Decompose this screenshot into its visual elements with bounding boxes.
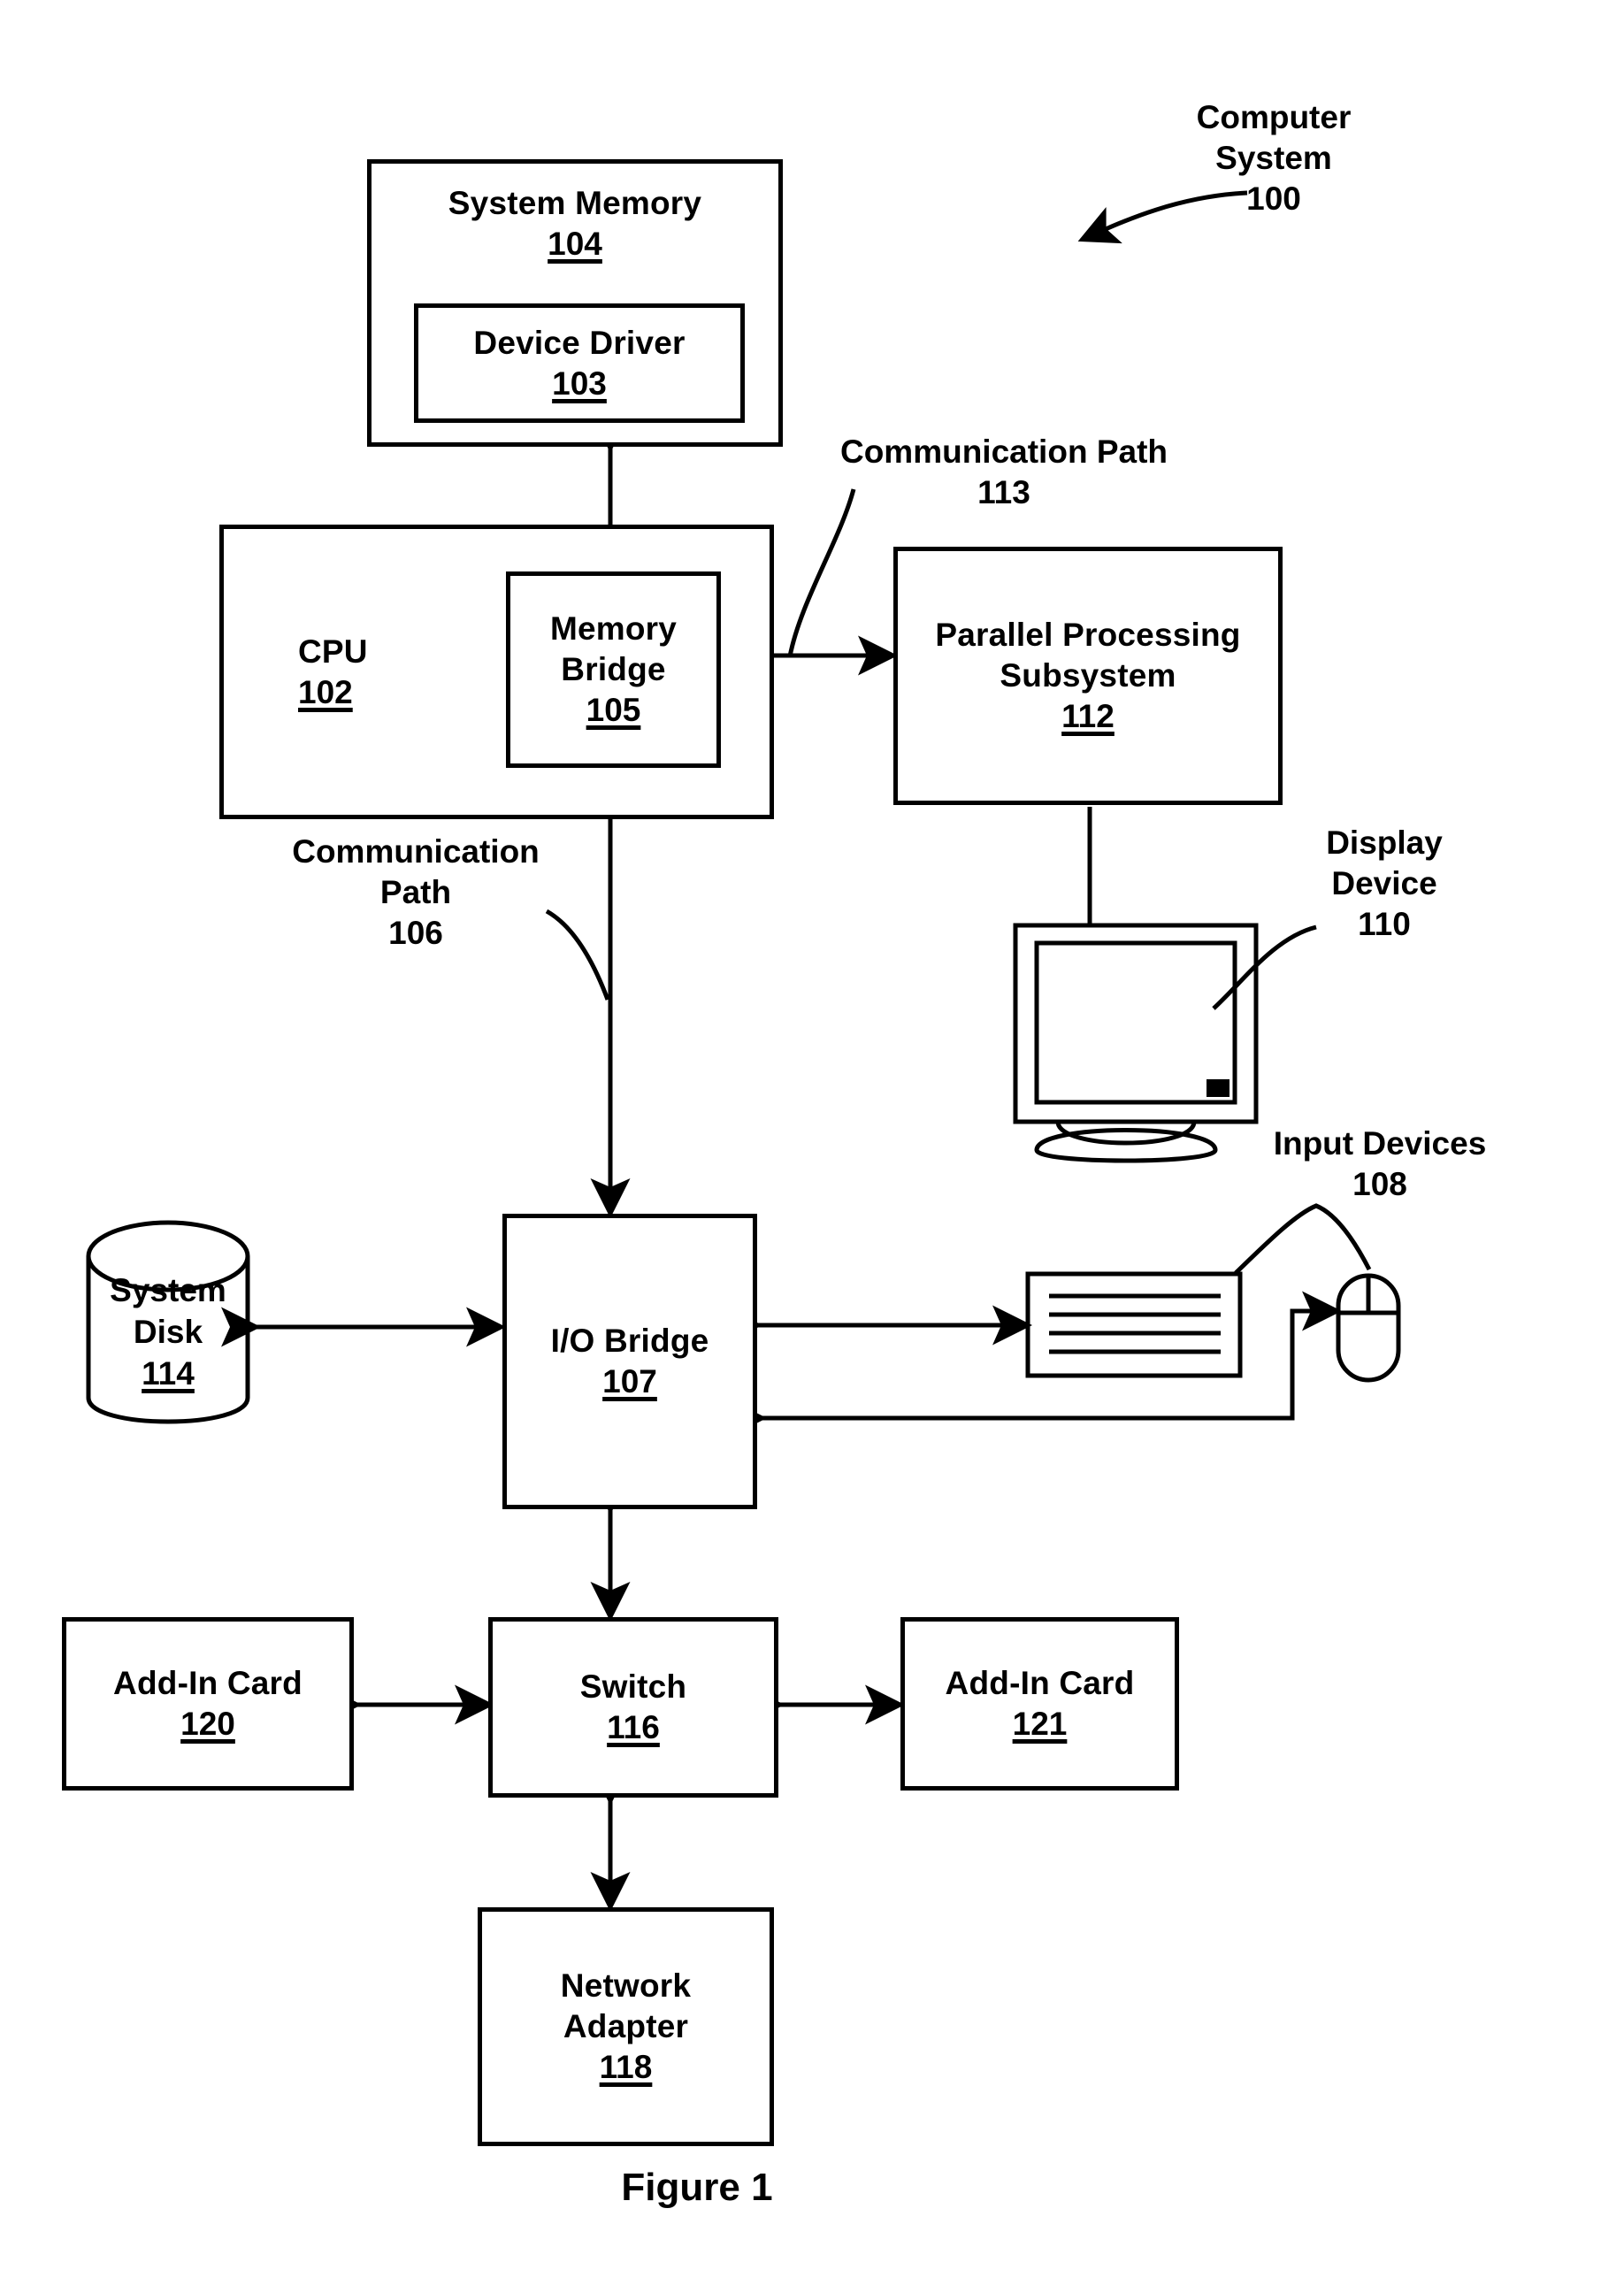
patent-figure-sheet: System Memory 104 Device Driver 103 CPU … [0,0,1624,2270]
network-adapter-title-line1: Network [560,1967,692,2004]
add-in-card-120-title: Add-In Card [113,1665,303,1701]
add-in-card-121-title: Add-In Card [945,1665,1135,1701]
memory-bridge-title-line1: Memory [549,610,678,647]
label-input-devices-108: Input Devices 108 [1212,1123,1548,1205]
keyboard-icon [1025,1271,1243,1378]
input-devices-line1: Input Devices [1273,1125,1487,1162]
comm-path-106-line2: Path [379,874,452,910]
block-switch[interactable]: Switch 116 [488,1617,778,1798]
display-device-number: 110 [1358,906,1411,942]
add-in-card-121-number: 121 [1012,1706,1068,1742]
device-driver-title: Device Driver [473,324,686,361]
block-io-bridge[interactable]: I/O Bridge 107 [502,1214,757,1509]
block-add-in-card-121[interactable]: Add-In Card 121 [900,1617,1179,1791]
computer-system-line2: System [1215,140,1332,176]
io-bridge-number: 107 [602,1363,657,1400]
cpu-number: 102 [298,673,353,710]
system-disk-title-line1: System [110,1271,226,1308]
block-parallel-processing-subsystem[interactable]: Parallel Processing Subsystem 112 [893,547,1283,805]
label-computer-system: Computer System 100 [1141,97,1406,219]
comm-path-106-line1: Communication [292,833,540,870]
block-system-memory[interactable]: System Memory 104 Device Driver 103 [367,159,783,447]
input-devices-number: 108 [1352,1166,1407,1202]
add-in-card-120-number: 120 [180,1706,235,1742]
system-memory-title: System Memory [448,185,702,221]
block-add-in-card-120[interactable]: Add-In Card 120 [62,1617,354,1791]
switch-number: 116 [607,1709,660,1745]
label-communication-path-106: Communication Path 106 [265,832,566,954]
comm-path-113-number: 113 [977,474,1030,510]
comm-path-106-number: 106 [388,915,443,951]
device-driver-number: 103 [552,364,607,402]
network-adapter-title-line2: Adapter [563,2008,689,2044]
memory-bridge-title-line2: Bridge [561,651,666,687]
network-adapter-number: 118 [599,2049,653,2085]
cpu-title: CPU [298,633,368,670]
block-memory-bridge[interactable]: Memory Bridge 105 [506,571,721,768]
label-communication-path-113: Communication Path 113 [796,432,1212,513]
display-device-line1: Display [1326,824,1443,861]
pps-title-line2: Subsystem [1000,657,1176,694]
switch-title: Switch [579,1668,687,1705]
mouse-icon [1336,1273,1401,1383]
system-memory-number: 104 [548,226,602,262]
system-disk-title-line2: Disk [133,1313,203,1350]
io-bridge-title: I/O Bridge [550,1323,709,1359]
block-device-driver[interactable]: Device Driver 103 [414,303,745,423]
computer-system-number: 100 [1246,180,1301,217]
pps-number: 112 [1061,698,1115,734]
display-device-line2: Device [1331,865,1437,901]
comm-path-113-line1: Communication Path [839,433,1168,470]
computer-system-line1: Computer [1196,99,1352,135]
pps-title-line1: Parallel Processing [935,617,1241,653]
figure-caption: Figure 1 [621,2166,773,2209]
block-system-disk[interactable]: System Disk 114 [88,1265,248,1398]
block-network-adapter[interactable]: Network Adapter 118 [478,1907,774,2146]
system-disk-number: 114 [142,1354,195,1392]
label-display-device-110: Display Device 110 [1269,823,1499,945]
memory-bridge-number: 105 [586,692,641,728]
